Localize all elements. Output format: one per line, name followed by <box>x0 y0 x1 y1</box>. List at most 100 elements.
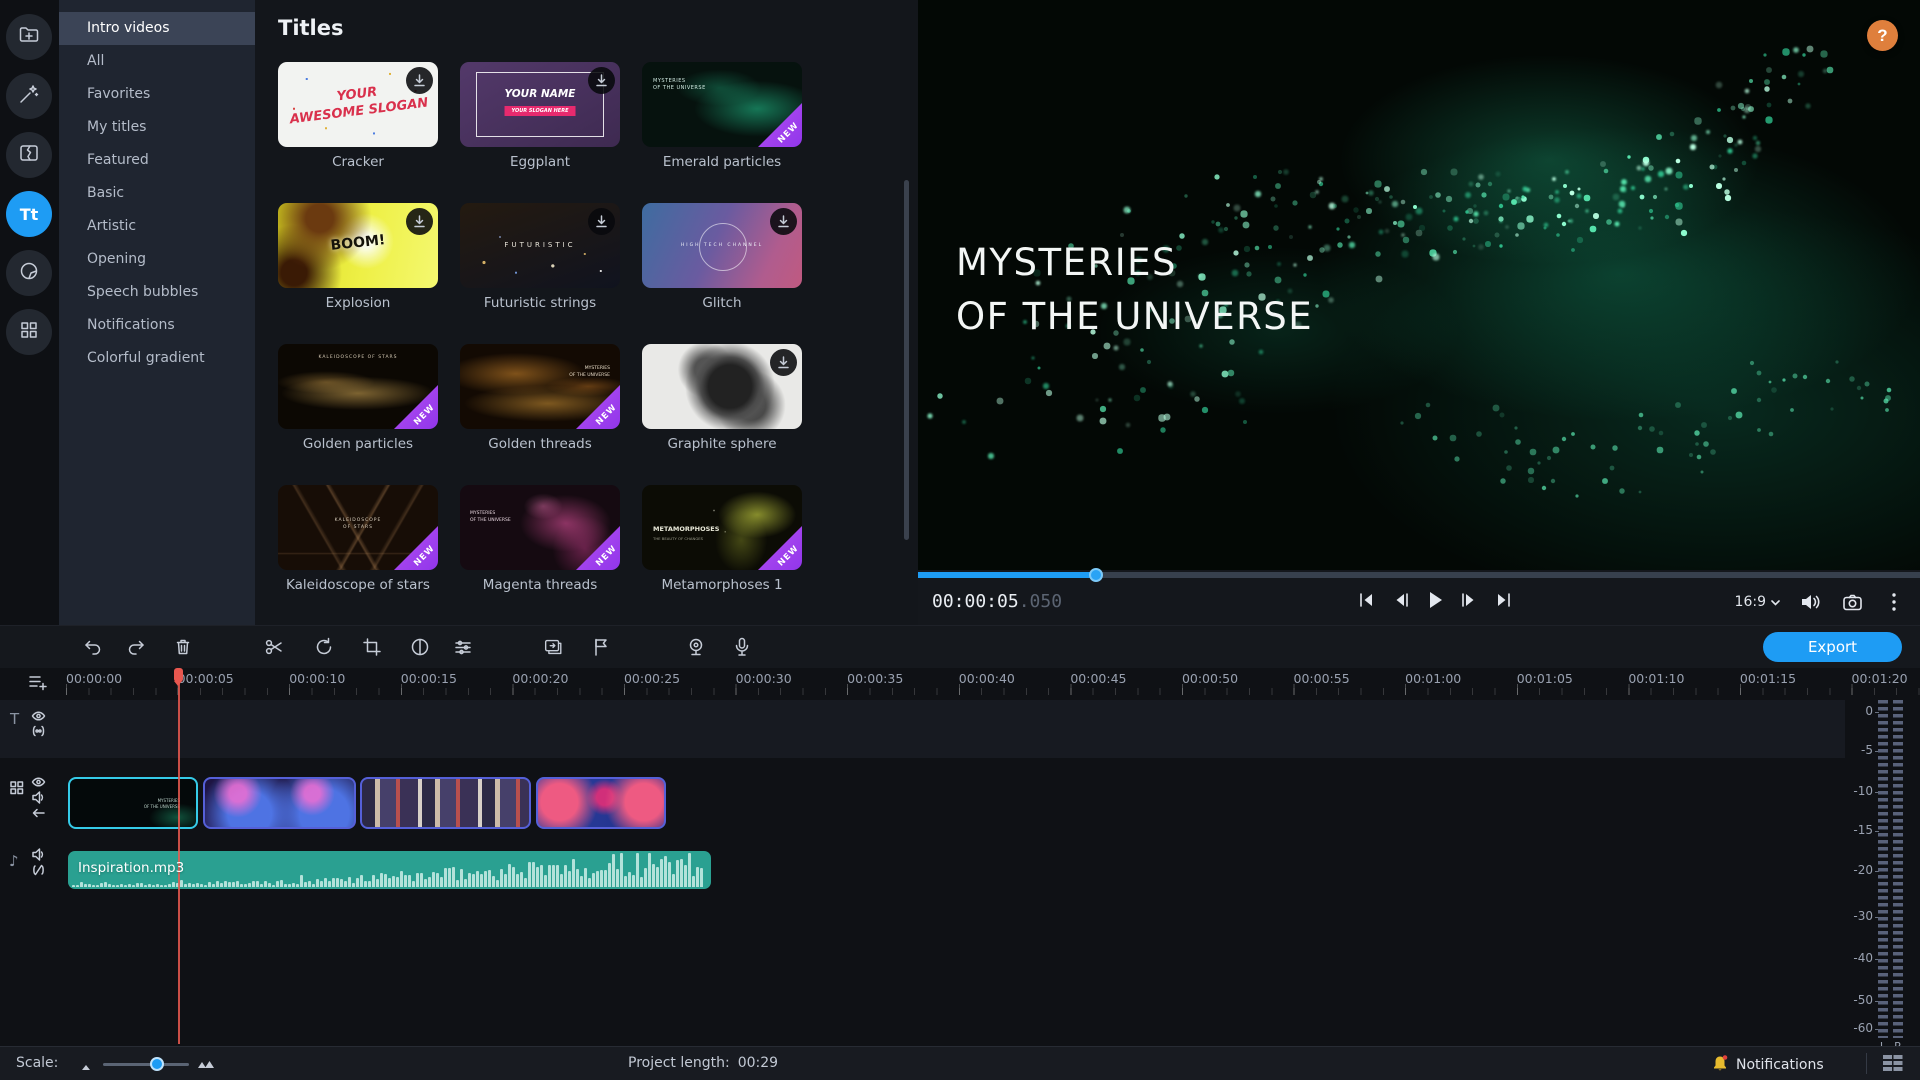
title-template-thumbnail[interactable]: KALEIDOSCOPE OF STARS NEW <box>278 485 438 570</box>
undo-button[interactable] <box>81 636 103 658</box>
play-button[interactable] <box>1423 588 1447 612</box>
sidebar-category-item[interactable]: All <box>59 45 255 78</box>
video-track-arrow-icon[interactable] <box>31 807 46 819</box>
sidebar-category-item[interactable]: My titles <box>59 111 255 144</box>
slideshow-wizard-button[interactable] <box>542 636 564 658</box>
skip-start-button[interactable] <box>1355 588 1379 612</box>
playhead[interactable] <box>173 668 184 1046</box>
sidebar-category-item[interactable]: Featured <box>59 144 255 177</box>
title-template-card[interactable]: Graphite sphere <box>642 344 802 452</box>
split-scissors-button[interactable] <box>263 636 285 658</box>
delete-button[interactable] <box>172 636 194 658</box>
title-template-card[interactable]: MYSTERIES OF THE UNIVERSE NEW Magenta th… <box>460 485 620 593</box>
webcam-capture-button[interactable] <box>685 636 707 658</box>
title-template-thumbnail[interactable]: YOUR NAME YOUR SLOGAN HERE <box>460 62 620 147</box>
sidebar-category-item[interactable]: Opening <box>59 243 255 276</box>
audio-track-mute-toggle[interactable] <box>31 848 46 861</box>
video-clip-3[interactable] <box>536 777 666 829</box>
title-template-card[interactable]: MYSTERIES OF THE UNIVERSE NEW Golden thr… <box>460 344 620 452</box>
title-template-card[interactable]: MYSTERIES OF THE UNIVERSE NEW Emerald pa… <box>642 62 802 170</box>
title-track-visibility-toggle[interactable] <box>31 710 46 722</box>
next-frame-button[interactable] <box>1457 588 1481 612</box>
thumbnail-art-subtext: THE BEAUTY OF CHANGES <box>653 536 703 541</box>
render-queue-button[interactable] <box>1882 1054 1904 1077</box>
title-template-card[interactable]: KALEIDOSCOPE OF STARS NEW Golden particl… <box>278 344 438 452</box>
scale-slider-thumb[interactable] <box>150 1057 164 1071</box>
titles-button[interactable]: Tt <box>6 191 52 237</box>
title-template-card[interactable]: METAMORPHOSES THE BEAUTY OF CHANGES NEW … <box>642 485 802 593</box>
sidebar-category-item[interactable]: Intro videos <box>59 12 255 45</box>
sidebar-category-item[interactable]: Favorites <box>59 78 255 111</box>
download-icon[interactable] <box>406 208 433 235</box>
sidebar-category-item[interactable]: Artistic <box>59 210 255 243</box>
scrollbar[interactable] <box>904 180 909 540</box>
title-template-thumbnail[interactable]: MYSTERIES OF THE UNIVERSE NEW <box>460 485 620 570</box>
add-track-button[interactable] <box>26 671 50 693</box>
grid-icon <box>17 318 41 346</box>
title-track-link-toggle[interactable] <box>31 725 46 737</box>
timeline-ruler[interactable]: 00:00:0000:00:0500:00:1000:00:1500:00:20… <box>0 668 1920 696</box>
title-template-thumbnail[interactable]: MYSTERIES OF THE UNIVERSE NEW <box>460 344 620 429</box>
title-template-card[interactable]: FUTURISTIC Futuristic strings <box>460 203 620 311</box>
sidebar-category-item[interactable]: Colorful gradient <box>59 342 255 375</box>
title-template-thumbnail[interactable]: METAMORPHOSES THE BEAUTY OF CHANGES NEW <box>642 485 802 570</box>
download-icon[interactable] <box>770 349 797 376</box>
aspect-ratio-select[interactable]: 16:9 <box>1735 594 1780 610</box>
marker-flag-button[interactable] <box>590 636 612 658</box>
skip-end-button[interactable] <box>1491 588 1515 612</box>
volume-button[interactable] <box>1798 590 1822 614</box>
title-template-card[interactable]: YOUR AWESOME SLOGAN Cracker <box>278 62 438 170</box>
audio-track-unlink-toggle[interactable] <box>31 864 46 876</box>
download-icon[interactable] <box>406 67 433 94</box>
download-icon[interactable] <box>588 67 615 94</box>
video-track-icon <box>9 780 25 796</box>
title-template-label: Eggplant <box>460 154 620 170</box>
title-template-thumbnail[interactable]: FUTURISTIC <box>460 203 620 288</box>
notifications-button[interactable]: Notifications <box>1712 1054 1824 1076</box>
download-icon[interactable] <box>588 208 615 235</box>
title-template-thumbnail[interactable]: BOOM! <box>278 203 438 288</box>
title-template-label: Metamorphoses 1 <box>642 577 802 593</box>
sidebar-category-item[interactable]: Basic <box>59 177 255 210</box>
title-track-icon: T <box>10 710 19 728</box>
thumbnail-art-text: METAMORPHOSES <box>653 525 719 533</box>
export-button[interactable]: Export <box>1763 632 1902 662</box>
filters-button[interactable] <box>6 73 52 119</box>
sidebar-category-item[interactable]: Notifications <box>59 309 255 342</box>
clip-properties-button[interactable] <box>452 636 474 658</box>
title-template-card[interactable]: YOUR NAME YOUR SLOGAN HERE Eggplant <box>460 62 620 170</box>
timeline-scale-slider[interactable] <box>103 1063 189 1066</box>
import-media-button[interactable] <box>6 14 52 60</box>
record-audio-button[interactable] <box>731 636 753 658</box>
zoom-in-button[interactable] <box>197 1057 215 1073</box>
crop-button[interactable] <box>361 636 383 658</box>
audio-clip[interactable]: Inspiration.mp3 <box>68 851 711 889</box>
title-template-card[interactable]: BOOM! Explosion <box>278 203 438 311</box>
title-template-thumbnail[interactable] <box>642 344 802 429</box>
timeline-toolbar: Export <box>0 625 1920 668</box>
more-options-button[interactable] <box>1882 590 1906 614</box>
video-track-visibility-toggle[interactable] <box>31 776 46 788</box>
transitions-button[interactable] <box>6 132 52 178</box>
page-title: Titles <box>278 16 344 40</box>
help-button[interactable]: ? <box>1867 20 1898 51</box>
more-tools-button[interactable] <box>6 309 52 355</box>
title-template-card[interactable]: KALEIDOSCOPE OF STARS NEW Kaleidoscope o… <box>278 485 438 593</box>
redo-button[interactable] <box>126 636 148 658</box>
video-clip-1[interactable] <box>203 777 356 829</box>
video-clip-2[interactable] <box>360 777 531 829</box>
rotate-button[interactable] <box>313 636 335 658</box>
stickers-button[interactable] <box>6 250 52 296</box>
snapshot-button[interactable] <box>1840 590 1864 614</box>
title-template-thumbnail[interactable]: MYSTERIES OF THE UNIVERSE NEW <box>642 62 802 147</box>
zoom-out-button[interactable] <box>80 1059 92 1075</box>
download-icon[interactable] <box>770 208 797 235</box>
title-template-thumbnail[interactable]: HIGH TECH CHANNEL <box>642 203 802 288</box>
video-track-mute-toggle[interactable] <box>31 791 46 804</box>
color-adjustments-button[interactable] <box>409 636 431 658</box>
title-template-thumbnail[interactable]: KALEIDOSCOPE OF STARS NEW <box>278 344 438 429</box>
previous-frame-button[interactable] <box>1389 588 1413 612</box>
title-template-thumbnail[interactable]: YOUR AWESOME SLOGAN <box>278 62 438 147</box>
title-template-card[interactable]: HIGH TECH CHANNEL Glitch <box>642 203 802 311</box>
sidebar-category-item[interactable]: Speech bubbles <box>59 276 255 309</box>
